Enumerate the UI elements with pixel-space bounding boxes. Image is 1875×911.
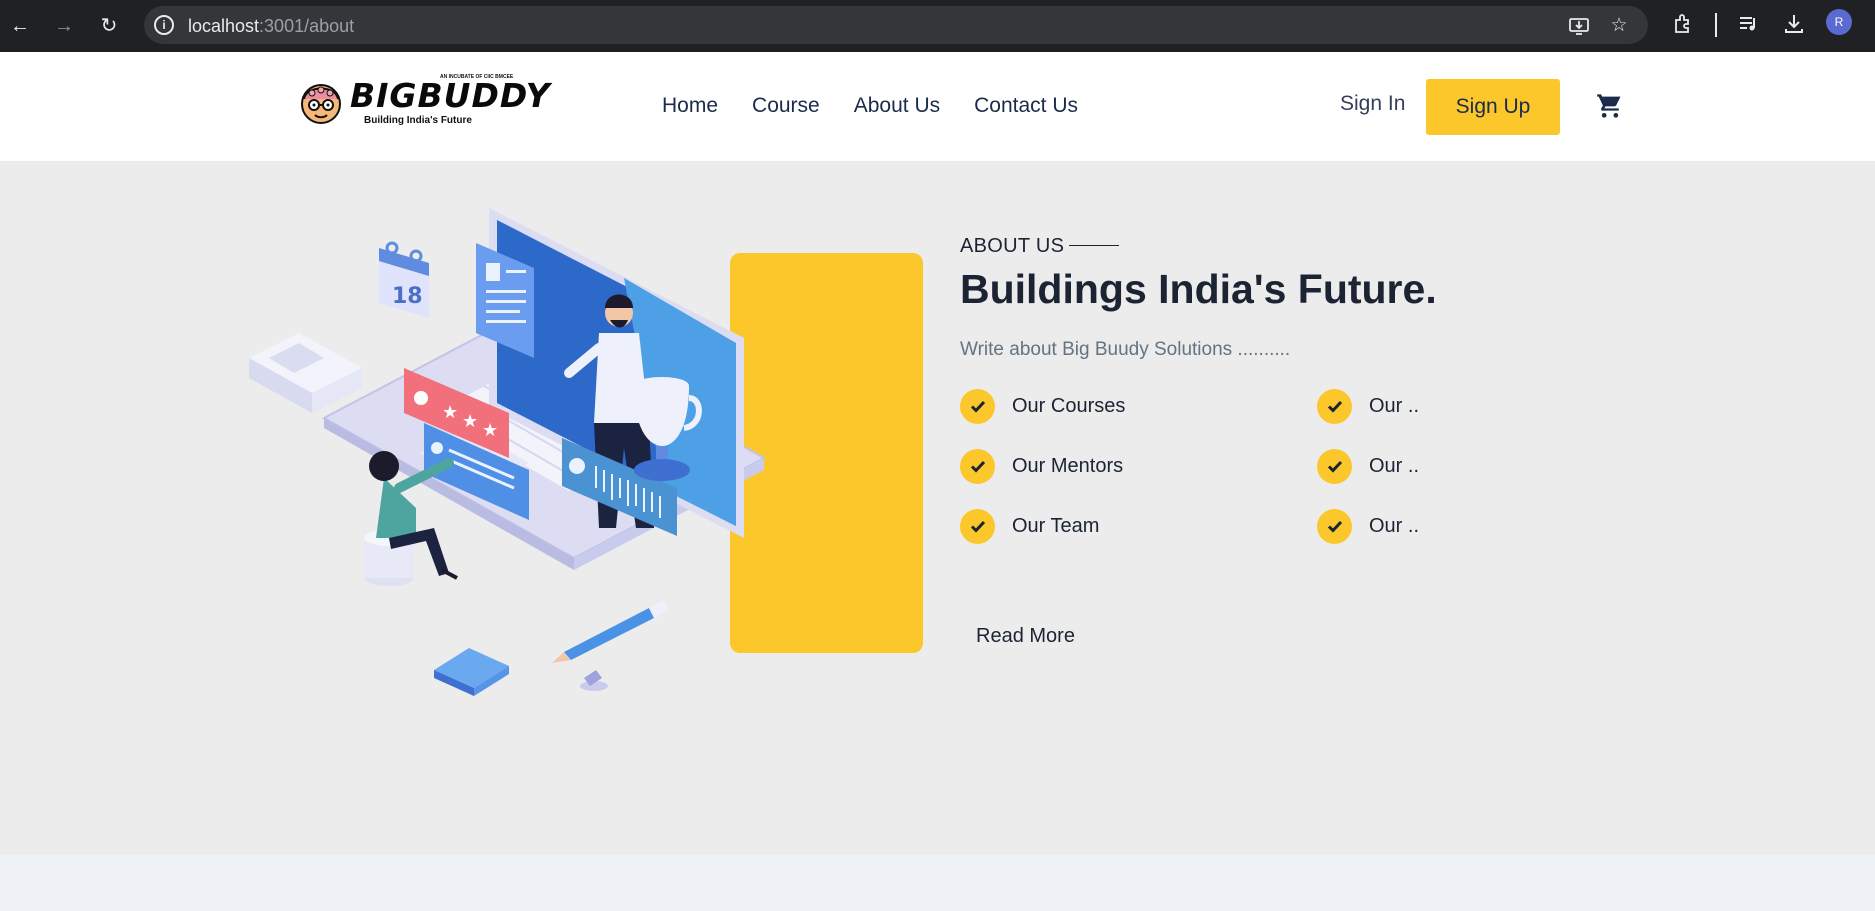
- eyebrow-divider: [1069, 245, 1119, 246]
- browser-toolbar: ← → ↻ i localhost:3001/about ☆ R: [0, 0, 1875, 52]
- bigbuddy-logo[interactable]: AN INCUBATE OF CIIC BMCEE BIGBUDDY Build…: [300, 74, 550, 129]
- site-header: AN INCUBATE OF CIIC BMCEE BIGBUDDY Build…: [0, 52, 1875, 161]
- feature-label: Our ..: [1369, 514, 1420, 537]
- cart-icon[interactable]: [1596, 92, 1624, 120]
- reload-icon[interactable]: ↻: [96, 13, 122, 39]
- svg-text:★: ★: [462, 411, 478, 432]
- svg-text:★: ★: [482, 420, 498, 441]
- back-arrow-icon[interactable]: ←: [7, 13, 33, 39]
- about-blurb: Write about Big Buudy Solutions ........…: [960, 339, 1291, 360]
- nav-link-home[interactable]: Home: [662, 94, 718, 118]
- check-icon: [1317, 448, 1352, 484]
- feature-label: Our ..: [1369, 454, 1420, 477]
- online-learning-illustration: ★ ★ ★ 18: [249, 208, 767, 696]
- check-icon: [960, 508, 995, 544]
- about-eyebrow: ABOUT US: [960, 235, 1065, 257]
- check-icon: [1317, 388, 1352, 424]
- logo-tagline: Building India's Future: [364, 115, 472, 126]
- newspaper-stack: [249, 333, 362, 413]
- address-bar[interactable]: i localhost:3001/about ☆: [144, 6, 1648, 44]
- check-icon: [960, 388, 995, 424]
- pushpin-icon: [580, 670, 608, 691]
- profile-avatar[interactable]: R: [1826, 9, 1852, 35]
- forward-arrow-icon[interactable]: →: [51, 13, 77, 39]
- nav-link-course[interactable]: Course: [752, 94, 820, 118]
- nav-link-contact-us[interactable]: Contact Us: [974, 94, 1078, 118]
- url-host: localhost: [188, 16, 260, 36]
- main-nav: Home Course About Us Contact Us: [662, 94, 1078, 118]
- feature-label: Our Courses: [1012, 394, 1126, 417]
- feature-item: Our Courses: [960, 388, 1125, 424]
- url-text[interactable]: localhost:3001/about: [188, 16, 354, 37]
- check-icon: [960, 448, 995, 484]
- feature-item: Our ..: [1317, 448, 1419, 484]
- logo-wordmark: BIGBUDDY: [350, 76, 551, 115]
- feature-item: Our Mentors: [960, 448, 1123, 484]
- sign-in-link[interactable]: Sign In: [1340, 92, 1405, 116]
- site-info-icon[interactable]: i: [154, 15, 174, 35]
- media-queue-icon[interactable]: [1736, 12, 1762, 38]
- toolbar-divider: [1715, 13, 1717, 37]
- extensions-icon[interactable]: [1670, 12, 1696, 38]
- feature-item: Our ..: [1317, 508, 1419, 544]
- about-section: ★ ★ ★ 18 ABOUT US Buildings India's Futu…: [0, 161, 1875, 855]
- svg-text:18: 18: [392, 284, 423, 309]
- feature-item: Our Team: [960, 508, 1099, 544]
- read-more-button[interactable]: Read More: [976, 625, 1075, 648]
- nav-link-about-us[interactable]: About Us: [854, 94, 940, 118]
- about-illustration: ★ ★ ★ 18: [244, 208, 924, 708]
- feature-label: Our Team: [1012, 514, 1100, 537]
- url-path: :3001/about: [259, 16, 355, 36]
- install-app-icon[interactable]: [1568, 15, 1590, 37]
- svg-text:★: ★: [442, 402, 458, 423]
- about-headline: Buildings India's Future.: [960, 266, 1437, 312]
- sign-up-button[interactable]: Sign Up: [1426, 79, 1560, 135]
- next-section: [0, 855, 1875, 911]
- check-icon: [1317, 508, 1352, 544]
- calendar-icon: 18: [379, 241, 429, 318]
- feature-label: Our Mentors: [1012, 454, 1124, 477]
- mascot-face-icon: [301, 84, 341, 124]
- feature-label: Our ..: [1369, 394, 1420, 417]
- feature-item: Our ..: [1317, 388, 1419, 424]
- sticky-note-icon: [434, 648, 509, 696]
- download-icon[interactable]: [1781, 12, 1807, 38]
- bookmark-star-icon[interactable]: ☆: [1608, 15, 1630, 37]
- pencil-icon: [552, 600, 669, 663]
